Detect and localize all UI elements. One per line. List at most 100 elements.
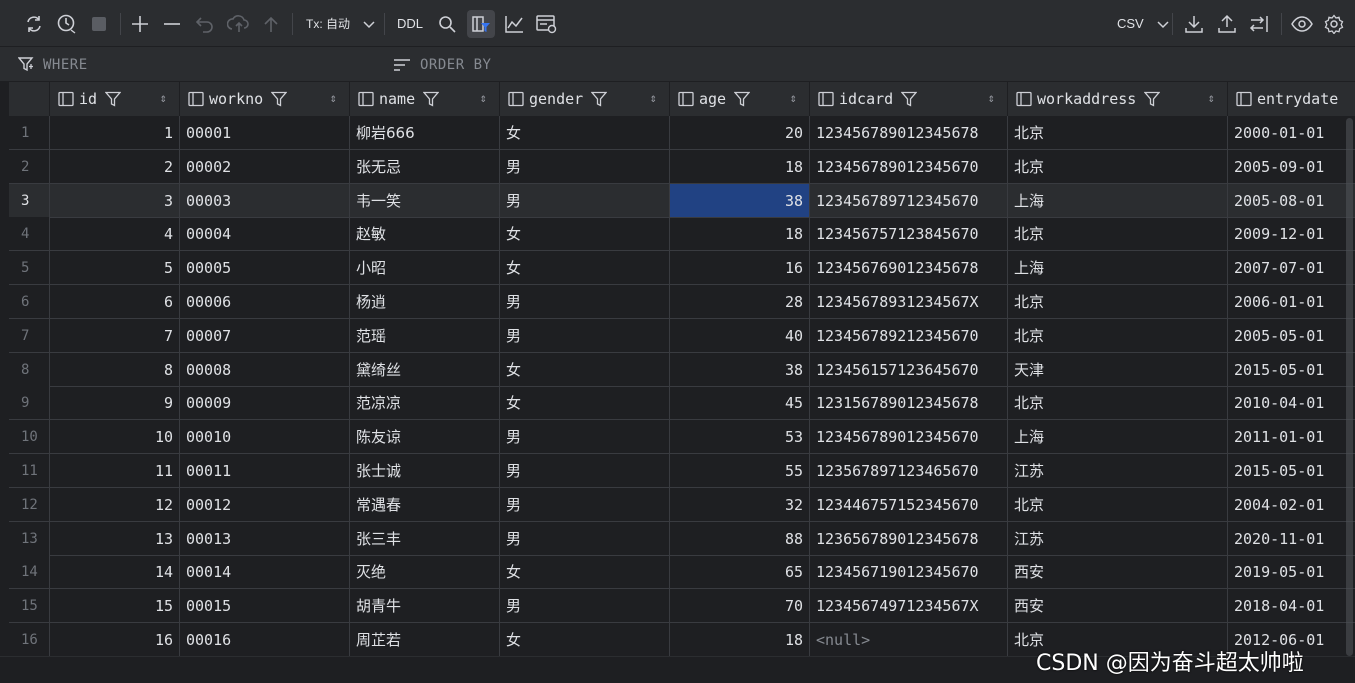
cell-workaddress[interactable]: 上海 (1008, 420, 1228, 455)
row-number[interactable]: 13 (9, 521, 50, 556)
cell-workno[interactable]: 00008 (180, 352, 350, 387)
table-row[interactable]: 3 3 00003 韦一笑男 38 123456789712345670 上海 2005-08… (9, 183, 1355, 218)
tx-mode-dropdown[interactable]: Tx: 自动 (306, 10, 375, 38)
cell-gender[interactable]: 男 (500, 521, 670, 556)
cell-workno[interactable]: 00003 (180, 183, 350, 218)
cell-entrydate[interactable]: 2005-09-01 (1228, 150, 1355, 184)
table-row[interactable]: 14 14 00014 灭绝女 65 123456719012345670 西安 2019-0… (9, 555, 1355, 590)
cell-id[interactable]: 5 (50, 251, 180, 286)
cell-name[interactable]: 张三丰 (350, 521, 500, 556)
table-row[interactable]: 1 1 00001 柳岩666 女 20 123456789012345678 北京 2000-… (9, 116, 1355, 150)
cell-entrydate[interactable]: 2011-01-01 (1228, 420, 1355, 455)
cell-gender[interactable]: 男 (500, 420, 670, 455)
cell-workaddress[interactable]: 江苏 (1008, 521, 1228, 556)
filter-toggle-icon[interactable] (467, 10, 495, 38)
cell-gender[interactable]: 男 (500, 318, 670, 353)
cell-name[interactable]: 韦一笑 (350, 183, 500, 218)
vertical-scrollbar[interactable] (1346, 118, 1353, 656)
cell-workaddress[interactable]: 北京 (1008, 386, 1228, 421)
column-filter-icon[interactable] (271, 91, 288, 107)
cell-workno[interactable]: 00005 (180, 251, 350, 286)
cell-name[interactable]: 陈友谅 (350, 420, 500, 455)
cell-workaddress[interactable]: 北京 (1008, 116, 1228, 150)
cell-age[interactable]: 18 (670, 623, 810, 656)
cell-gender[interactable]: 女 (500, 116, 670, 150)
cell-entrydate[interactable]: 2004-02-01 (1228, 488, 1355, 522)
column-header-id[interactable]: id ⇕ (50, 82, 180, 116)
cell-idcard[interactable]: 123156789012345678 (810, 386, 1008, 421)
table-row[interactable]: 4 4 00004 赵敏女 18 123456757123845670 北京 2009-12-… (9, 217, 1355, 252)
cell-name[interactable]: 小昭 (350, 251, 500, 286)
row-number[interactable]: 6 (9, 285, 50, 319)
cell-age[interactable]: 18 (670, 149, 810, 184)
history-icon[interactable] (55, 10, 79, 38)
cell-workno[interactable]: 00006 (180, 285, 350, 319)
table-row[interactable]: 5 5 00005 小昭女 16 123456769012345678 上海 2007-07-… (9, 251, 1355, 286)
cell-entrydate[interactable]: 2009-12-01 (1228, 217, 1355, 252)
table-row[interactable]: 7 7 00007 范瑶男 40 123456789212345670 北京 2005-05-… (9, 318, 1355, 353)
cell-name[interactable]: 范瑶 (350, 318, 500, 353)
row-number[interactable]: 3 (9, 183, 50, 218)
table-row[interactable]: 9 9 00009 范凉凉女 45 123156789012345678 北京 2010-04… (9, 386, 1355, 421)
cell-age[interactable]: 16 (670, 251, 810, 286)
cell-id[interactable]: 16 (50, 623, 180, 656)
cell-age[interactable]: 20 (670, 116, 810, 150)
cell-name[interactable]: 赵敏 (350, 217, 500, 252)
ddl-button[interactable]: DDL (397, 10, 423, 38)
sort-toggle-icon[interactable]: ⇕ (790, 91, 797, 105)
column-header-idcard[interactable]: idcard ⇕ (810, 82, 1008, 116)
row-number[interactable]: 1 (9, 116, 50, 150)
cell-idcard[interactable]: 123456789712345670 (810, 183, 1008, 218)
delete-row-icon[interactable] (161, 10, 183, 38)
cell-workaddress[interactable]: 西安 (1008, 589, 1228, 624)
cell-id[interactable]: 4 (50, 217, 180, 252)
cell-age[interactable]: 65 (670, 555, 810, 590)
row-number[interactable]: 10 (9, 420, 50, 455)
view-settings-icon[interactable] (535, 10, 559, 38)
column-header-gender[interactable]: gender ⇕ (500, 82, 670, 116)
column-filter-icon[interactable] (423, 91, 440, 107)
cell-name[interactable]: 张士诚 (350, 454, 500, 488)
cell-id[interactable]: 6 (50, 285, 180, 319)
row-number[interactable]: 16 (9, 623, 50, 656)
cell-entrydate[interactable]: 2006-01-01 (1228, 285, 1355, 319)
cell-id[interactable]: 3 (50, 183, 180, 218)
cell-workaddress[interactable]: 北京 (1008, 487, 1228, 522)
cell-name[interactable]: 张无忌 (350, 149, 500, 184)
row-number[interactable]: 15 (9, 589, 50, 624)
cell-gender[interactable]: 女 (500, 386, 670, 421)
sort-toggle-icon[interactable]: ⇕ (480, 91, 487, 105)
cell-name[interactable]: 灭绝 (350, 555, 500, 590)
cell-name[interactable]: 周芷若 (350, 623, 500, 656)
cell-id[interactable]: 13 (50, 521, 180, 556)
row-number[interactable]: 7 (9, 318, 50, 353)
cell-workaddress[interactable]: 西安 (1008, 555, 1228, 590)
cell-entrydate[interactable]: 2010-04-01 (1228, 386, 1355, 421)
cell-id[interactable]: 8 (50, 352, 180, 387)
cell-idcard[interactable]: 123456789012345678 (810, 116, 1008, 150)
column-header-entrydate[interactable]: entrydate (1228, 82, 1355, 116)
sort-toggle-icon[interactable]: ⇕ (1208, 91, 1215, 105)
cell-gender[interactable]: 男 (500, 183, 670, 218)
cell-age[interactable]: 88 (670, 521, 810, 556)
cell-workaddress[interactable]: 江苏 (1008, 454, 1228, 488)
cell-workno[interactable]: 00013 (180, 521, 350, 556)
cell-entrydate[interactable]: 2005-08-01 (1228, 183, 1355, 218)
search-icon[interactable] (436, 10, 458, 38)
cell-gender[interactable]: 男 (500, 454, 670, 488)
column-header-workaddress[interactable]: workaddress ⇕ (1008, 82, 1228, 116)
cell-idcard[interactable]: 12345678931234567X (810, 285, 1008, 319)
cell-age[interactable]: 40 (670, 318, 810, 353)
column-header-workno[interactable]: workno ⇕ (180, 82, 350, 116)
cell-age[interactable]: 45 (670, 386, 810, 421)
row-number[interactable]: 11 (9, 454, 50, 488)
eye-icon[interactable] (1289, 10, 1315, 38)
cell-workno[interactable]: 00001 (180, 116, 350, 150)
cell-gender[interactable]: 男 (500, 487, 670, 522)
cell-name[interactable]: 胡青牛 (350, 589, 500, 624)
cell-workno[interactable]: 00012 (180, 487, 350, 522)
cell-id[interactable]: 15 (50, 589, 180, 624)
cell-age[interactable]: 38 (670, 352, 810, 387)
column-filter-icon[interactable] (105, 91, 122, 107)
cell-idcard[interactable]: 12345674971234567X (810, 589, 1008, 624)
